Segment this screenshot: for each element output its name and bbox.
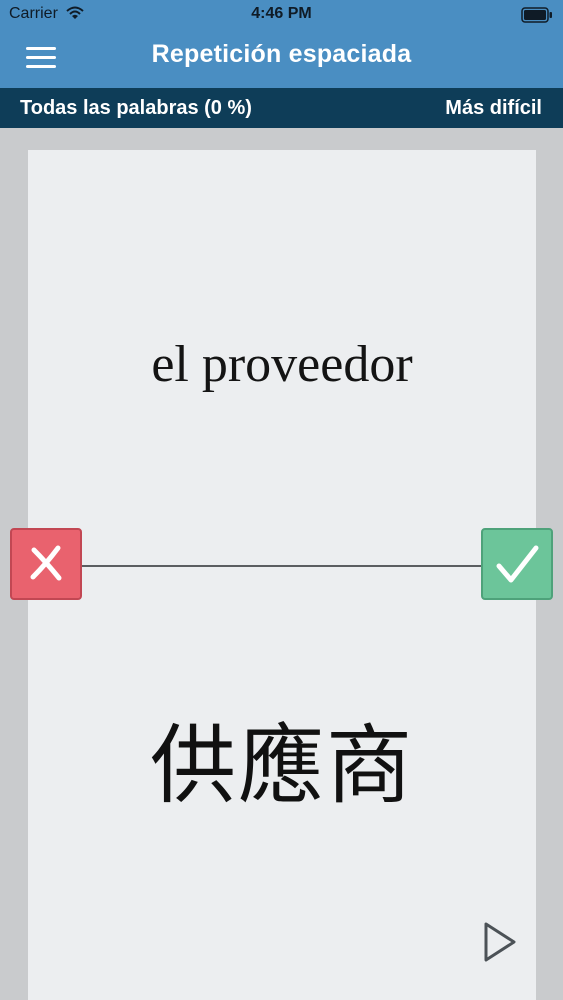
front-word: el proveedor xyxy=(151,336,413,393)
difficulty-filter[interactable]: Más difícil xyxy=(445,97,542,120)
cross-icon xyxy=(30,545,62,581)
filter-bar: Todas las palabras (0 %) Más difícil xyxy=(0,88,563,128)
battery-icon xyxy=(521,7,553,28)
back-word: 供應商 xyxy=(150,716,414,816)
correct-answer-button[interactable] xyxy=(481,528,553,600)
word-set-filter[interactable]: Todas las palabras (0 %) xyxy=(20,97,252,120)
page-title: Repetición espaciada xyxy=(151,40,412,68)
wrong-answer-button[interactable] xyxy=(10,528,82,600)
flashcard[interactable]: el proveedor 供應商 xyxy=(28,150,536,1000)
checkmark-icon xyxy=(496,545,539,583)
status-bar: Carrier 4:46 PM xyxy=(0,0,563,30)
card-divider xyxy=(82,565,482,567)
status-time: 4:46 PM xyxy=(251,5,312,22)
app-header: Carrier 4:46 PM Repetición espaciada xyxy=(0,0,563,88)
play-audio-button[interactable] xyxy=(478,920,522,964)
play-icon xyxy=(484,922,516,962)
nav-bar: Repetición espaciada xyxy=(0,30,563,88)
